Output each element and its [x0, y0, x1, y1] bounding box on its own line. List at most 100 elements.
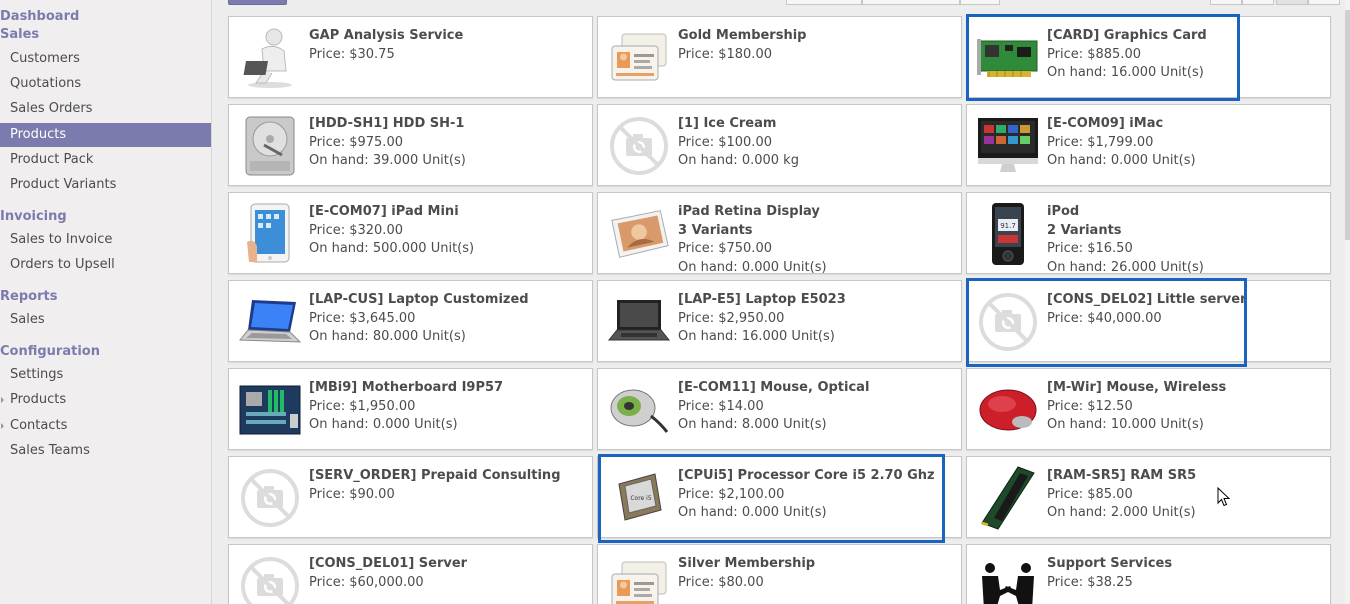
- product-price: Price: $2,950.00: [678, 310, 785, 326]
- product-name[interactable]: [HDD-SH1] HDD SH-1: [309, 115, 584, 134]
- product-name[interactable]: [M-Wir] Mouse, Wireless: [1047, 379, 1322, 398]
- product-onhand: On hand: 16.000 Unit(s): [1047, 65, 1204, 80]
- product-name[interactable]: [CPUi5] Processor Core i5 2.70 Ghz: [678, 467, 953, 486]
- product-name[interactable]: [RAM-SR5] RAM SR5: [1047, 467, 1322, 486]
- sidebar-section-invoicing: Invoicing: [0, 209, 67, 224]
- product-info: [HDD-SH1] HDD SH-1 Price: $975.00 On hand:…: [309, 115, 584, 171]
- product-name[interactable]: [LAP-CUS] Laptop Customized: [309, 291, 584, 310]
- product-card[interactable]: [LAP-CUS] Laptop Customized Price: $3,645…: [228, 280, 593, 362]
- product-price: Price: $1,950.00: [309, 398, 416, 414]
- product-price: Price: $3,645.00: [309, 310, 416, 326]
- pager-next-button[interactable]: [1242, 0, 1274, 5]
- product-name[interactable]: [SERV_ORDER] Prepaid Consulting: [309, 467, 584, 486]
- product-card[interactable]: Support Services Price: $38.25: [966, 544, 1331, 604]
- sidebar-item-sales-teams[interactable]: Sales Teams: [0, 439, 211, 463]
- product-name[interactable]: GAP Analysis Service: [309, 27, 584, 46]
- product-card[interactable]: [M-Wir] Mouse, Wireless Price: $12.50 On h…: [966, 368, 1331, 450]
- product-onhand: On hand: 0.000 Unit(s): [1047, 153, 1196, 168]
- hard-drive-icon: [237, 113, 303, 179]
- product-info: [LAP-E5] Laptop E5023 Price: $2,950.00 On …: [678, 291, 953, 347]
- product-name[interactable]: [E-COM07] iPad Mini: [309, 203, 584, 222]
- processor-icon: Core i5: [606, 465, 672, 531]
- product-info: iPod 2 Variants Price: $16.50 On hand: 26.0…: [1047, 203, 1322, 277]
- scrollbar[interactable]: [1345, 0, 1350, 604]
- product-card[interactable]: [CONS_DEL02] Little server Price: $40,000…: [966, 280, 1331, 362]
- toolbar-button[interactable]: [786, 0, 862, 5]
- product-name[interactable]: [E-COM09] iMac: [1047, 115, 1322, 134]
- product-card[interactable]: [SERV_ORDER] Prepaid Consulting Price: $9…: [228, 456, 593, 538]
- product-name[interactable]: Support Services: [1047, 555, 1322, 574]
- product-name[interactable]: [CARD] Graphics Card: [1047, 27, 1322, 46]
- product-card[interactable]: [HDD-SH1] HDD SH-1 Price: $975.00 On hand:…: [228, 104, 593, 186]
- sidebar-item-customers[interactable]: Customers: [0, 47, 211, 71]
- product-card[interactable]: 91.7 iPod 2 Variants Price: $16.50 On hand: …: [966, 192, 1331, 277]
- sidebar-item-products[interactable]: Products: [0, 123, 211, 147]
- product-name[interactable]: [CONS_DEL01] Server: [309, 555, 584, 574]
- sidebar-section-reports: Reports: [0, 289, 58, 304]
- product-info: [CPUi5] Processor Core i5 2.70 Ghz Price:…: [678, 467, 953, 523]
- product-card[interactable]: [E-COM09] iMac Price: $1,799.00 On hand: 0…: [966, 104, 1331, 186]
- product-card[interactable]: [CONS_DEL01] Server Price: $60,000.00: [228, 544, 593, 604]
- sidebar-item-config-products[interactable]: Products: [0, 388, 211, 412]
- product-card[interactable]: [MBi9] Motherboard I9P57 Price: $1,950.00…: [228, 368, 593, 450]
- product-info: [RAM-SR5] RAM SR5 Price: $85.00 On hand: 2…: [1047, 467, 1322, 523]
- product-card[interactable]: GAP Analysis Service Price: $30.75: [228, 16, 593, 98]
- product-name[interactable]: iPad Retina Display: [678, 203, 953, 222]
- list-view-button[interactable]: [1308, 0, 1340, 5]
- product-card[interactable]: [LAP-E5] Laptop E5023 Price: $2,950.00 On …: [597, 280, 962, 362]
- sidebar-item-settings[interactable]: Settings: [0, 363, 211, 387]
- product-info: [1] Ice Cream Price: $100.00 On hand: 0.00…: [678, 115, 953, 171]
- no-image-icon: [237, 553, 303, 604]
- product-name[interactable]: [LAP-E5] Laptop E5023: [678, 291, 953, 310]
- product-price: Price: $85.00: [1047, 486, 1133, 502]
- membership-cards-icon: [606, 25, 672, 91]
- product-card[interactable]: [E-COM07] iPad Mini Price: $320.00 On hand…: [228, 192, 593, 274]
- sidebar-item-quotations[interactable]: Quotations: [0, 72, 211, 96]
- toolbar-button[interactable]: [862, 0, 960, 5]
- caret-right-icon: [1, 423, 4, 429]
- sidebar-item-sales-orders[interactable]: Sales Orders: [0, 97, 211, 121]
- product-name[interactable]: [E-COM11] Mouse, Optical: [678, 379, 953, 398]
- product-name[interactable]: [1] Ice Cream: [678, 115, 953, 134]
- product-info: [CONS_DEL02] Little server Price: $40,000…: [1047, 291, 1322, 328]
- product-card[interactable]: [CARD] Graphics Card Price: $885.00 On han…: [966, 16, 1331, 98]
- product-name[interactable]: Gold Membership: [678, 27, 953, 46]
- product-card[interactable]: Silver Membership Price: $80.00: [597, 544, 962, 604]
- product-onhand: On hand: 0.000 kg: [678, 153, 799, 168]
- product-onhand: On hand: 0.000 Unit(s): [678, 505, 827, 520]
- product-card[interactable]: [E-COM11] Mouse, Optical Price: $14.00 On …: [597, 368, 962, 450]
- product-card[interactable]: [RAM-SR5] RAM SR5 Price: $85.00 On hand: 2…: [966, 456, 1331, 538]
- pager-previous-button[interactable]: [1210, 0, 1242, 5]
- sidebar-section-sales: Sales: [0, 27, 40, 42]
- motherboard-icon: [237, 377, 303, 443]
- product-name[interactable]: iPod: [1047, 203, 1322, 222]
- product-name[interactable]: Silver Membership: [678, 555, 953, 574]
- no-image-icon: [237, 465, 303, 531]
- product-card[interactable]: Gold Membership Price: $180.00: [597, 16, 962, 98]
- sidebar-item-product-variants[interactable]: Product Variants: [0, 173, 211, 197]
- sidebar-section-dashboard[interactable]: Dashboard: [0, 9, 79, 24]
- product-card[interactable]: [1] Ice Cream Price: $100.00 On hand: 0.00…: [597, 104, 962, 186]
- product-card[interactable]: iPad Retina Display 3 Variants Price: $750…: [597, 192, 962, 277]
- create-button[interactable]: [228, 0, 287, 5]
- product-price: Price: $40,000.00: [1047, 310, 1162, 326]
- product-info: Support Services Price: $38.25: [1047, 555, 1322, 592]
- sidebar-item-orders-to-upsell[interactable]: Orders to Upsell: [0, 253, 211, 277]
- sidebar-item-contacts[interactable]: Contacts: [0, 414, 211, 438]
- product-card[interactable]: Core i5 [CPUi5] Processor Core i5 2.70 Gh…: [597, 456, 962, 538]
- product-onhand: On hand: 10.000 Unit(s): [1047, 417, 1204, 432]
- product-info: [E-COM11] Mouse, Optical Price: $14.00 On …: [678, 379, 953, 435]
- scrollbar-thumb[interactable]: [1345, 10, 1350, 240]
- product-price: Price: $38.25: [1047, 574, 1133, 590]
- product-info: iPad Retina Display 3 Variants Price: $750…: [678, 203, 953, 277]
- product-name[interactable]: [CONS_DEL02] Little server: [1047, 291, 1322, 310]
- toolbar-button[interactable]: [960, 0, 1000, 5]
- sidebar-item-reports-sales[interactable]: Sales: [0, 308, 211, 332]
- sidebar-item-sales-to-invoice[interactable]: Sales to Invoice: [0, 228, 211, 252]
- product-onhand: On hand: 16.000 Unit(s): [678, 329, 835, 344]
- sidebar-item-product-pack[interactable]: Product Pack: [0, 148, 211, 172]
- product-price: Price: $30.75: [309, 46, 395, 62]
- optical-mouse-icon: [606, 377, 672, 443]
- product-name[interactable]: [MBi9] Motherboard I9P57: [309, 379, 584, 398]
- kanban-view-button[interactable]: [1276, 0, 1308, 5]
